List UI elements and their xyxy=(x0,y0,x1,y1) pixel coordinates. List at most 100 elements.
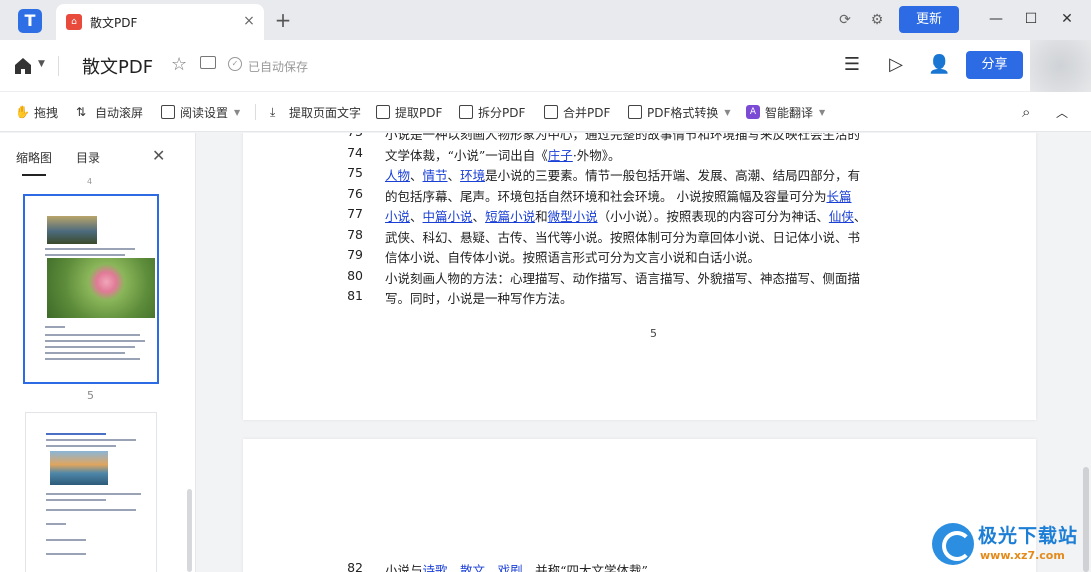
tab-thumbnails[interactable]: 缩略图 xyxy=(16,149,52,166)
page-thumbnail[interactable] xyxy=(25,412,157,572)
wiki-link[interactable]: 小说 xyxy=(385,209,410,224)
chevron-down-icon[interactable]: ▼ xyxy=(38,59,45,69)
minimize-icon[interactable]: — xyxy=(983,8,1009,30)
text-segment: 、 xyxy=(410,209,423,224)
wiki-link[interactable]: 微型小说 xyxy=(548,209,598,224)
auto-scroll-button[interactable]: ⇅ 自动滚屏 xyxy=(76,103,143,121)
text-segment: 、 xyxy=(410,168,423,183)
close-tab-icon[interactable]: × xyxy=(240,12,258,30)
thumbnail-page-number: 4 xyxy=(87,177,93,186)
extract-text-button[interactable]: ⤓ 提取页面文字 xyxy=(270,103,361,121)
drag-tool-button[interactable]: ✋ 拖拽 xyxy=(15,103,58,121)
check-circle-icon: ✓ xyxy=(228,57,242,71)
thumbnail-page-number: 5 xyxy=(87,389,94,402)
active-tab-indicator xyxy=(22,174,46,176)
site-watermark: 极光下载站 www.xz7.com xyxy=(932,521,1084,567)
text-segment: 的包括序幕、尾声。环境包括自然环境和社会环境。 小说按照篇幅及容量可分为 xyxy=(385,188,827,204)
text-segment: 、 xyxy=(447,168,461,183)
app-logo-icon[interactable]: T xyxy=(18,9,42,33)
lotus-image xyxy=(47,258,155,318)
add-user-icon[interactable]: 👤 xyxy=(928,54,950,76)
page-text: 73 小说是一种以刻画人物形象为中心，通过完整的故事情节和环境描写来反映社会生活的… xyxy=(337,133,977,306)
share-button[interactable]: 分享 xyxy=(966,51,1023,79)
pdf-file-icon: ⌂ xyxy=(66,14,82,30)
gear-icon[interactable]: ⚙ xyxy=(867,10,887,30)
collapse-toolbar-icon[interactable]: ︿ xyxy=(1056,103,1068,121)
tool-label: 提取PDF xyxy=(395,105,443,120)
line-text: 小说是一种以刻画人物形象为中心，通过完整的故事情节和环境描写来反映社会生活的 xyxy=(385,133,861,142)
pdf-page: 73 小说是一种以刻画人物形象为中心，通过完整的故事情节和环境描写来反映社会生活的… xyxy=(243,133,1036,420)
line-text: 小说、中篇小说、短篇小说和微型小说（小小说）。按照表现的内容可分为神话、仙侠、 xyxy=(385,206,866,225)
sidebar-scrollbar[interactable] xyxy=(187,489,192,572)
line-text: 武侠、科幻、悬疑、古传、当代等小说。按照体制可分为章回体小说、日记体小说、书 xyxy=(385,229,861,245)
close-window-icon[interactable]: ✕ xyxy=(1054,8,1080,30)
wiki-link[interactable]: 散文 xyxy=(460,563,485,572)
star-icon[interactable]: ☆ xyxy=(171,54,187,75)
page-text: 82 小说与诗歌、散文、戏剧，并称“四大文学体裁”。 xyxy=(337,560,977,572)
tool-label: 提取页面文字 xyxy=(289,105,362,120)
split-pdf-button[interactable]: 拆分PDF xyxy=(459,103,525,121)
extract-text-icon: ⤓ xyxy=(270,105,276,119)
search-icon[interactable]: ⌕ xyxy=(1022,103,1030,121)
menu-icon[interactable]: ☰ xyxy=(841,54,863,76)
tool-label: PDF格式转换 xyxy=(647,105,719,120)
tab-label: 散文PDF xyxy=(90,16,138,30)
move-folder-icon[interactable] xyxy=(200,56,216,69)
wiki-link[interactable]: 长篇 xyxy=(826,189,851,204)
document-header: ▼ 散文PDF ☆ ✓ 已自动保存 ☰ ▷ 👤 分享 xyxy=(0,40,1091,92)
new-tab-button[interactable]: + xyxy=(272,9,294,31)
wiki-link[interactable]: 短篇小说 xyxy=(485,209,535,224)
line-text: 人物、情节、环境是小说的三要素。情节一般包括开端、发展、高潮、结局四部分，有 xyxy=(385,165,860,184)
extract-pdf-button[interactable]: 提取PDF xyxy=(376,103,442,121)
wiki-link[interactable]: 中篇小说 xyxy=(423,209,473,224)
tab-outline[interactable]: 目录 xyxy=(76,149,100,166)
chevron-down-icon: ▼ xyxy=(234,107,241,117)
tool-label: 合并PDF xyxy=(563,105,611,120)
convert-format-button[interactable]: PDF格式转换 ▼ xyxy=(628,103,731,121)
line-text: 的包括序幕、尾声。环境包括自然环境和社会环境。 小说按照篇幅及容量可分为长篇 xyxy=(385,186,852,205)
home-icon[interactable] xyxy=(12,55,34,77)
wiki-link[interactable]: 庄子 xyxy=(548,148,573,163)
merge-pdf-button[interactable]: 合并PDF xyxy=(544,103,610,121)
read-settings-button[interactable]: 阅读设置 ▼ xyxy=(161,103,240,121)
present-icon[interactable]: ▷ xyxy=(885,54,907,76)
wiki-link[interactable]: 仙侠 xyxy=(829,209,854,224)
line-number: 74 xyxy=(347,144,363,160)
line-text: 小说刻画人物的方法：心理描写、动作描写、语言描写、外貌描写、神态描写、侧面描 xyxy=(385,270,861,286)
page-thumbnail[interactable] xyxy=(23,194,159,384)
text-segment: 小说与 xyxy=(385,563,423,572)
tool-label: 拆分PDF xyxy=(478,105,526,120)
line-number: 76 xyxy=(347,185,363,201)
text-segment: 和 xyxy=(535,209,548,224)
line-number: 73 xyxy=(337,133,363,139)
line-number: 82 xyxy=(347,560,363,572)
tool-label: 拖拽 xyxy=(34,105,59,120)
divider xyxy=(58,56,59,76)
maximize-icon[interactable]: ☐ xyxy=(1018,8,1044,30)
watermark-title: 极光下载站 xyxy=(978,525,1079,547)
wiki-link[interactable]: 情节 xyxy=(423,168,448,183)
text-segment: 、 xyxy=(853,209,867,224)
text-segment: ·外物》。 xyxy=(572,147,621,163)
lake-image xyxy=(50,451,108,485)
wiki-link[interactable]: 戏剧 xyxy=(498,563,523,572)
update-button[interactable]: 更新 xyxy=(899,6,959,33)
wiki-link[interactable]: 环境 xyxy=(460,168,485,183)
wiki-link[interactable]: 诗歌 xyxy=(423,563,448,572)
convert-icon xyxy=(628,105,642,119)
close-sidebar-icon[interactable]: ✕ xyxy=(152,146,165,165)
document-viewer[interactable]: 73 小说是一种以刻画人物形象为中心，通过完整的故事情节和环境描写来反映社会生活的… xyxy=(196,133,1091,572)
avatar[interactable] xyxy=(1030,40,1091,92)
smart-translate-button[interactable]: A 智能翻译 ▼ xyxy=(746,103,825,121)
line-text: 信体小说、自传体小说。按照语言形式可分为文言小说和白话小说。 xyxy=(385,250,761,265)
thumbnail-sidebar: 缩略图 目录 ✕ 4 5 xyxy=(0,133,196,572)
document-tab[interactable]: ⌂ 散文PDF × xyxy=(56,4,264,40)
sync-icon[interactable]: ⟳ xyxy=(835,10,855,30)
text-segment: 文学体裁，“小说”一词出自《 xyxy=(385,147,548,163)
line-number: 79 xyxy=(347,247,363,262)
chevron-down-icon: ▼ xyxy=(819,107,826,117)
wiki-link[interactable]: 人物 xyxy=(385,168,410,183)
watermark-logo-icon xyxy=(932,523,974,565)
line-text: 文学体裁，“小说”一词出自《庄子·外物》。 xyxy=(385,145,621,164)
document-title[interactable]: 散文PDF xyxy=(82,53,153,79)
